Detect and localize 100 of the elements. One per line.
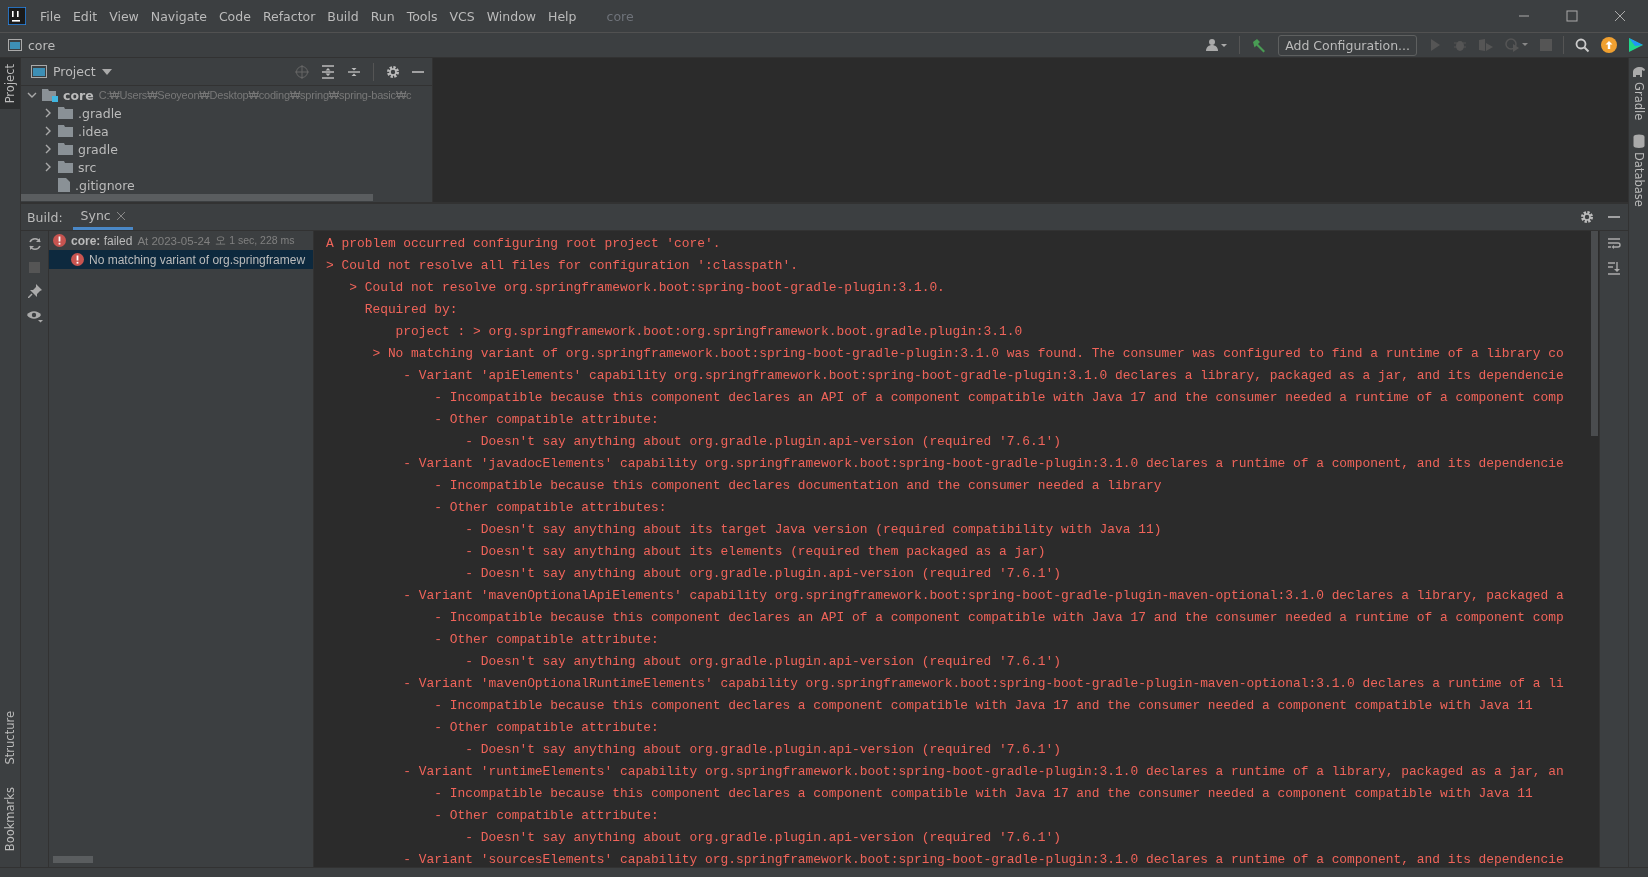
module-icon [8, 39, 22, 51]
tool-window-tab[interactable]: Gradle [1631, 66, 1646, 121]
soft-wrap-icon[interactable] [1607, 237, 1621, 251]
console-line: - Doesn't say anything about its target Java version (required compatibility with Java 11) [464, 521, 1163, 539]
build-time: At 2023-05-24 [137, 234, 211, 247]
console-line: - Incompatible because this component declares a component compatible with Java 17 and the consumer needed a component compatible with Java 11 [433, 785, 1534, 803]
console-line: - Other compatible attributes: [433, 499, 668, 517]
build-tree-row[interactable]: core: failed At 2023-05-24 오 1 sec, 228 ms [49, 231, 313, 250]
panel-title[interactable]: Project [53, 64, 96, 79]
app-logo-icon [8, 7, 26, 25]
build-duration: 오 1 sec, 228 ms [215, 233, 295, 248]
menu-item[interactable]: Code [212, 8, 257, 24]
folder-icon [58, 161, 73, 173]
console-line: - Other compatible attribute: [433, 631, 660, 649]
console-line: A problem occurred configuring root project 'core'. [326, 235, 722, 253]
console-line: - Other compatible attribute: [433, 719, 660, 737]
menu-item[interactable]: Help [542, 8, 583, 24]
breadcrumb[interactable]: core [28, 37, 56, 53]
menu-item[interactable]: File [34, 8, 67, 24]
error-icon [53, 234, 66, 247]
scrollbar[interactable] [21, 194, 373, 201]
pin-icon[interactable] [27, 284, 42, 298]
search-icon[interactable] [1575, 37, 1590, 53]
console-line: - Variant 'mavenOptionalRuntimeElements' capability org.springframework.boot:spring-boot-gradle-plugin-maven-optional:3.1.0 declares a runtime of a li [402, 675, 1565, 693]
menu-item[interactable]: Refactor [256, 8, 322, 24]
eye-icon[interactable] [26, 309, 43, 323]
console-line: - Doesn't say anything about its elements (required them packaged as a jar) [464, 543, 1047, 561]
tool-window-tab[interactable]: Project [0, 58, 20, 110]
console-line: - Variant 'sourcesElements' capability org.springframework.boot:spring-boot-gradle-plugin:3.1.0 declares a runtime of a component, and its dependencie [402, 851, 1565, 867]
chevron-icon[interactable] [43, 162, 53, 172]
folder-icon [58, 107, 73, 119]
tree-item[interactable]: .idea [78, 123, 109, 139]
console-line: - Doesn't say anything about org.gradle.plugin.api-version (required '7.6.1') [464, 829, 1062, 847]
console-line: - Variant 'javadocElements' capability org.springframework.boot:spring-boot-gradle-plugin:3.1.0 declares a runtime of a component, and its dependencie [402, 455, 1565, 473]
console-line: - Doesn't say anything about org.gradle.plugin.api-version (required '7.6.1') [464, 653, 1062, 671]
console-line: - Incompatible because this component declares an API of a component compatible with Java 17 and the consumer needed a runtime of a component comp [433, 389, 1565, 407]
console-line: - Other compatible attribute: [433, 807, 660, 825]
toolbox-logo-icon[interactable] [1628, 37, 1644, 53]
update-icon[interactable] [1601, 37, 1617, 53]
module-folder-icon [42, 88, 58, 102]
expand-all-icon[interactable] [321, 64, 335, 79]
settings-icon[interactable] [386, 64, 400, 79]
caret-icon[interactable] [101, 68, 112, 75]
hammer-icon[interactable] [1251, 37, 1268, 53]
menu-item[interactable]: Tools [400, 8, 444, 24]
chevron-icon[interactable] [27, 90, 37, 100]
close-icon[interactable] [1614, 10, 1626, 22]
tree-item[interactable]: gradle [78, 141, 118, 157]
elephant-icon [1631, 66, 1646, 78]
menu-item[interactable]: Navigate [144, 8, 213, 24]
console-line: - Incompatible because this component declares an API of a component compatible with Java 17 and the consumer needed a runtime of a component comp [433, 609, 1565, 627]
menu-item[interactable]: VCS [443, 8, 481, 24]
console-line: > No matching variant of org.springframework.boot:spring-boot-gradle-plugin:3.1.0 was found. The consumer was configured to find a runtime of a library co [371, 345, 1565, 363]
build-tree-row[interactable]: No matching variant of org.springframew [49, 250, 313, 269]
chevron-icon[interactable] [43, 126, 53, 136]
module-icon [31, 65, 47, 78]
tool-window-tab[interactable]: Structure [0, 705, 20, 771]
console-line: - Variant 'runtimeElements' capability org.springframework.boot:spring-boot-gradle-plugin:3.1.0 declares a runtime of a library, packaged as a jar, an [402, 763, 1565, 781]
close-icon[interactable] [116, 211, 125, 220]
scrollbar[interactable] [1591, 231, 1598, 436]
scroll-to-end-icon[interactable] [1607, 261, 1621, 275]
menu-item[interactable]: View [103, 8, 145, 24]
console-line: project : > org.springframework.boot:org.springframework.boot.gradle.plugin:3.1.0 [394, 323, 1024, 341]
folder-icon [58, 125, 73, 137]
menu-item[interactable]: Edit [66, 8, 104, 24]
tree-item[interactable]: src [78, 159, 97, 175]
tree-item[interactable]: core [63, 87, 94, 103]
tool-window-tab[interactable]: Bookmarks [0, 780, 20, 857]
file-icon [58, 178, 70, 192]
console-line: - Variant 'mavenOptionalApiElements' capability org.springframework.boot:spring-boot-gradle-plugin-maven-optional:3.1.0 declares a library, packaged a [402, 587, 1565, 605]
maximize-icon[interactable] [1566, 10, 1578, 22]
scrollbar[interactable] [53, 856, 93, 863]
menu-item[interactable]: Build [321, 8, 365, 24]
settings-icon[interactable] [1580, 210, 1594, 224]
tree-item[interactable]: .gitignore [75, 177, 135, 193]
console-line: Required by: [363, 301, 459, 319]
folder-icon [58, 143, 73, 155]
console-line: - Doesn't say anything about org.gradle.plugin.api-version (required '7.6.1') [464, 433, 1062, 451]
chevron-icon[interactable] [43, 144, 53, 154]
console-line: - Other compatible attribute: [433, 411, 660, 429]
console-line: > Could not resolve org.springframework.boot:spring-boot-gradle-plugin:3.1.0. [348, 279, 946, 297]
add-configuration-button[interactable]: Add Configuration... [1278, 34, 1417, 56]
console-line: - Doesn't say anything about org.gradle.plugin.api-version (required '7.6.1') [464, 565, 1062, 583]
error-icon [71, 253, 84, 266]
menu-item[interactable]: Window [480, 8, 542, 24]
chevron-icon[interactable] [43, 108, 53, 118]
build-status: core: failed [71, 233, 133, 248]
console-line: - Variant 'apiElements' capability org.springframework.boot:spring-boot-gradle-plugin:3.1.0 declares a library, packaged as a jar, and its dependencie [402, 367, 1565, 385]
console-line: > Could not resolve all files for configuration ':classpath'. [326, 257, 799, 275]
console-line: - Incompatible because this component declares a component compatible with Java 17 and the consumer needed a component compatible with Java 11 [433, 697, 1534, 715]
console-line: - Incompatible because this component declares documentation and the consumer needed a library [433, 477, 1163, 495]
window-title: core [606, 8, 634, 24]
refresh-icon[interactable] [27, 237, 42, 251]
user-icon[interactable] [1206, 38, 1229, 52]
tree-item[interactable]: .gradle [78, 105, 122, 121]
console-line: - Doesn't say anything about org.gradle.plugin.api-version (required '7.6.1') [464, 741, 1062, 759]
tool-window-tab[interactable]: Database [1631, 134, 1646, 208]
menu-item[interactable]: Run [364, 8, 401, 24]
panel-title: Build: [27, 209, 63, 225]
database-icon [1632, 134, 1645, 149]
